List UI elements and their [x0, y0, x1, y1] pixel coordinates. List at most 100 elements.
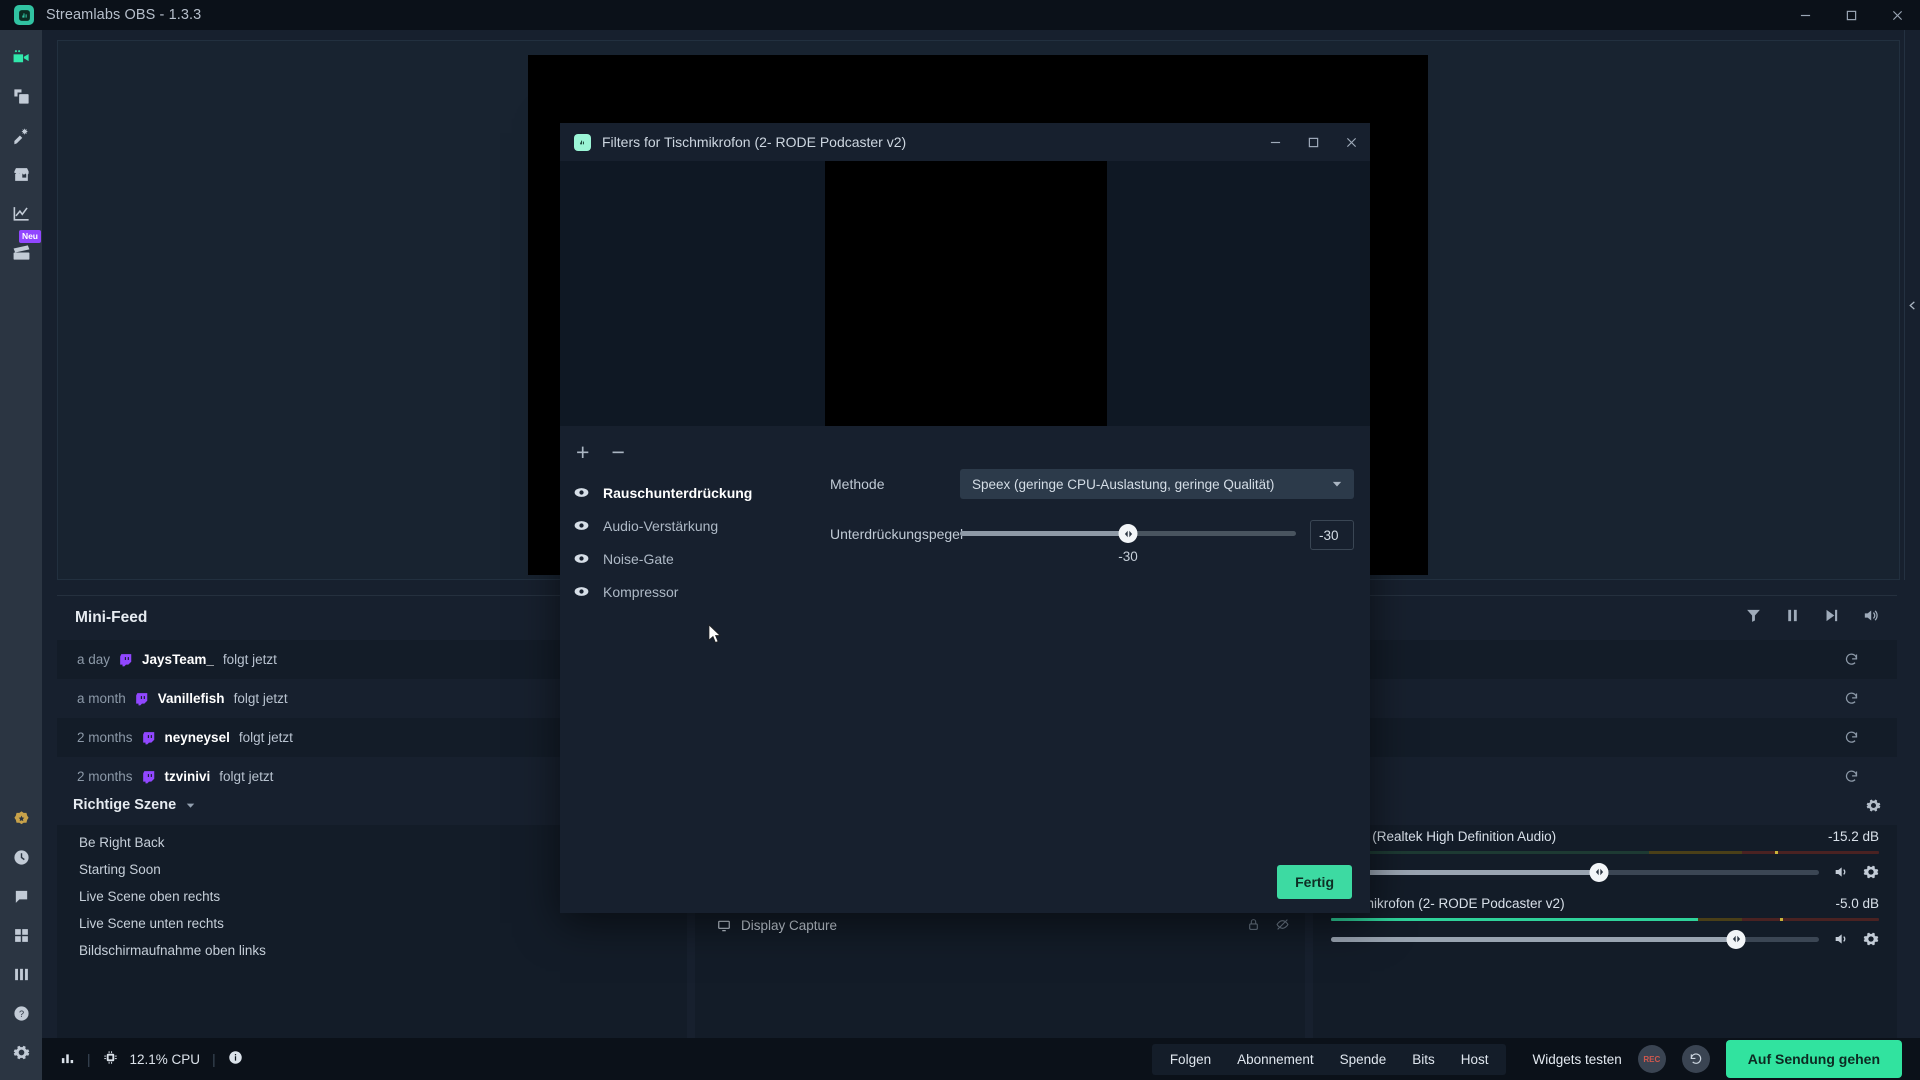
feed-user: neyneysel [164, 730, 230, 745]
rail-item-highlighter[interactable]: Neu [0, 230, 42, 272]
speaker-icon[interactable] [1833, 931, 1849, 947]
method-select-value: Speex (geringe CPU-Auslastung, geringe Q… [972, 476, 1275, 492]
list-item[interactable]: Display Capture [709, 912, 1305, 939]
replay-icon[interactable] [1844, 691, 1859, 706]
app-title: Streamlabs OBS - 1.3.3 [46, 7, 202, 23]
minimize-icon[interactable] [1256, 123, 1294, 161]
list-item[interactable]: Bildschirmaufnahme oben links [71, 937, 687, 964]
close-icon[interactable] [1874, 0, 1920, 30]
collapse-panel-handle[interactable] [1904, 30, 1920, 580]
widget-test-pills: Folgen Abonnement Spende Bits Host [1151, 1043, 1507, 1075]
feed-action: folgt jetzt [222, 652, 277, 667]
rail-item-recent-events[interactable] [0, 838, 42, 877]
suppression-slider-value: -30 [1118, 549, 1138, 564]
gear-icon[interactable] [1866, 798, 1881, 813]
minimize-icon[interactable] [1782, 0, 1828, 30]
scene-label: Starting Soon [79, 862, 161, 877]
filter-label: Audio-Verstärkung [603, 517, 719, 534]
filter-label: Noise-Gate [603, 550, 674, 567]
divider: | [87, 1051, 91, 1067]
scene-label: Live Scene oben rechts [79, 889, 221, 904]
rail-item-settings[interactable] [0, 1033, 42, 1072]
lock-icon[interactable] [1247, 918, 1260, 934]
replay-icon[interactable] [1844, 652, 1859, 667]
feed-action: folgt jetzt [233, 691, 288, 706]
twitch-icon [119, 653, 133, 667]
skip-forward-icon[interactable] [1823, 607, 1840, 629]
info-icon[interactable] [228, 1050, 243, 1068]
source-label: Display Capture [741, 918, 838, 933]
volume-slider[interactable] [1331, 862, 1819, 882]
mini-feed-actions [1745, 607, 1879, 629]
rail-item-alertbox[interactable] [0, 116, 42, 155]
gear-icon[interactable] [1863, 864, 1879, 880]
rail-badge-new: Neu [18, 230, 41, 243]
suppression-level-input[interactable] [1310, 520, 1354, 550]
list-item[interactable]: Live Scene unten rechts [71, 910, 687, 937]
scenes-panel-title: Richtige Szene [73, 797, 177, 813]
scene-label: Live Scene unten rechts [79, 916, 224, 931]
replay-icon[interactable] [1844, 769, 1859, 784]
close-icon[interactable] [1332, 123, 1370, 161]
rail-item-themes[interactable] [0, 77, 42, 116]
streamlabs-obs-window: Streamlabs OBS - 1.3.3 Neu ? Mini-Feed a… [0, 0, 1920, 1080]
filters-dialog: Filters for Tischmikrofon (2- RODE Podca… [560, 123, 1370, 913]
method-select[interactable]: Speex (geringe CPU-Auslastung, geringe Q… [960, 469, 1354, 499]
method-label: Methode [830, 476, 885, 492]
feed-user: tzvinivi [164, 769, 211, 784]
pill-host[interactable]: Host [1461, 1052, 1489, 1067]
rail-item-prime[interactable] [0, 799, 42, 838]
pause-icon[interactable] [1784, 607, 1801, 629]
chevron-down-icon [1332, 479, 1342, 489]
dialog-title-bar: Filters for Tischmikrofon (2- RODE Podca… [560, 123, 1370, 161]
record-button[interactable]: REC [1637, 1045, 1666, 1073]
maximize-icon[interactable] [1828, 0, 1874, 30]
done-button[interactable]: Fertig [1277, 865, 1352, 899]
pill-folgen[interactable]: Folgen [1170, 1052, 1211, 1067]
rail-item-editor[interactable] [0, 38, 42, 77]
gear-icon[interactable] [1863, 931, 1879, 947]
feed-action: folgt jetzt [238, 730, 293, 745]
suppression-slider[interactable] [960, 524, 1296, 543]
eye-icon[interactable] [574, 485, 589, 500]
pill-spende[interactable]: Spende [1340, 1052, 1387, 1067]
divider: | [212, 1051, 216, 1067]
go-live-button[interactable]: Auf Sendung gehen [1725, 1040, 1902, 1078]
volume-slider-knob[interactable] [1726, 929, 1746, 949]
rail-item-columns[interactable] [0, 955, 42, 994]
add-filter-button[interactable]: + [576, 441, 589, 464]
streamlabs-logo-icon [14, 5, 34, 25]
volume-slider[interactable] [1331, 929, 1819, 949]
chevron-left-icon [1909, 300, 1915, 310]
volume-slider-knob[interactable] [1589, 862, 1609, 882]
eye-off-icon[interactable] [1276, 918, 1289, 934]
eye-icon[interactable] [574, 518, 589, 533]
mixer-channel-db: -15.2 dB [1827, 829, 1879, 844]
speaker-icon[interactable] [1833, 864, 1849, 880]
suppression-slider-wrap: -30 [960, 524, 1296, 564]
maximize-icon[interactable] [1294, 123, 1332, 161]
mixer-channel: ...cher (Realtek High Definition Audio) … [1331, 829, 1879, 882]
suppression-slider-knob[interactable] [1118, 524, 1138, 543]
rail-item-layout-editor[interactable] [0, 916, 42, 955]
remove-filter-button[interactable]: − [611, 441, 624, 464]
rail-item-store[interactable] [0, 155, 42, 194]
replay-buffer-icon[interactable] [1681, 1045, 1710, 1073]
eye-icon[interactable] [574, 584, 589, 599]
dialog-preview-canvas [825, 161, 1107, 426]
speaker-icon[interactable] [1862, 607, 1879, 629]
status-bar-right: Folgen Abonnement Spende Bits Host Widge… [1151, 1040, 1902, 1078]
replay-icon[interactable] [1844, 730, 1859, 745]
chevron-down-icon[interactable] [186, 801, 195, 810]
pill-abonnement[interactable]: Abonnement [1237, 1052, 1314, 1067]
funnel-icon[interactable] [1745, 607, 1762, 629]
rail-item-chat[interactable] [0, 877, 42, 916]
mixer-channel: Tischmikrofon (2- RODE Podcaster v2) -5.… [1331, 896, 1879, 949]
filter-list-item[interactable]: Kompressor [560, 575, 1370, 608]
eye-icon[interactable] [574, 551, 589, 566]
rail-item-dashboard[interactable] [0, 194, 42, 233]
bar-chart-icon[interactable] [60, 1050, 75, 1068]
pill-bits[interactable]: Bits [1412, 1052, 1435, 1067]
rail-item-help[interactable]: ? [0, 994, 42, 1033]
filter-properties: Methode Speex (geringe CPU-Auslastung, g… [830, 426, 1370, 564]
